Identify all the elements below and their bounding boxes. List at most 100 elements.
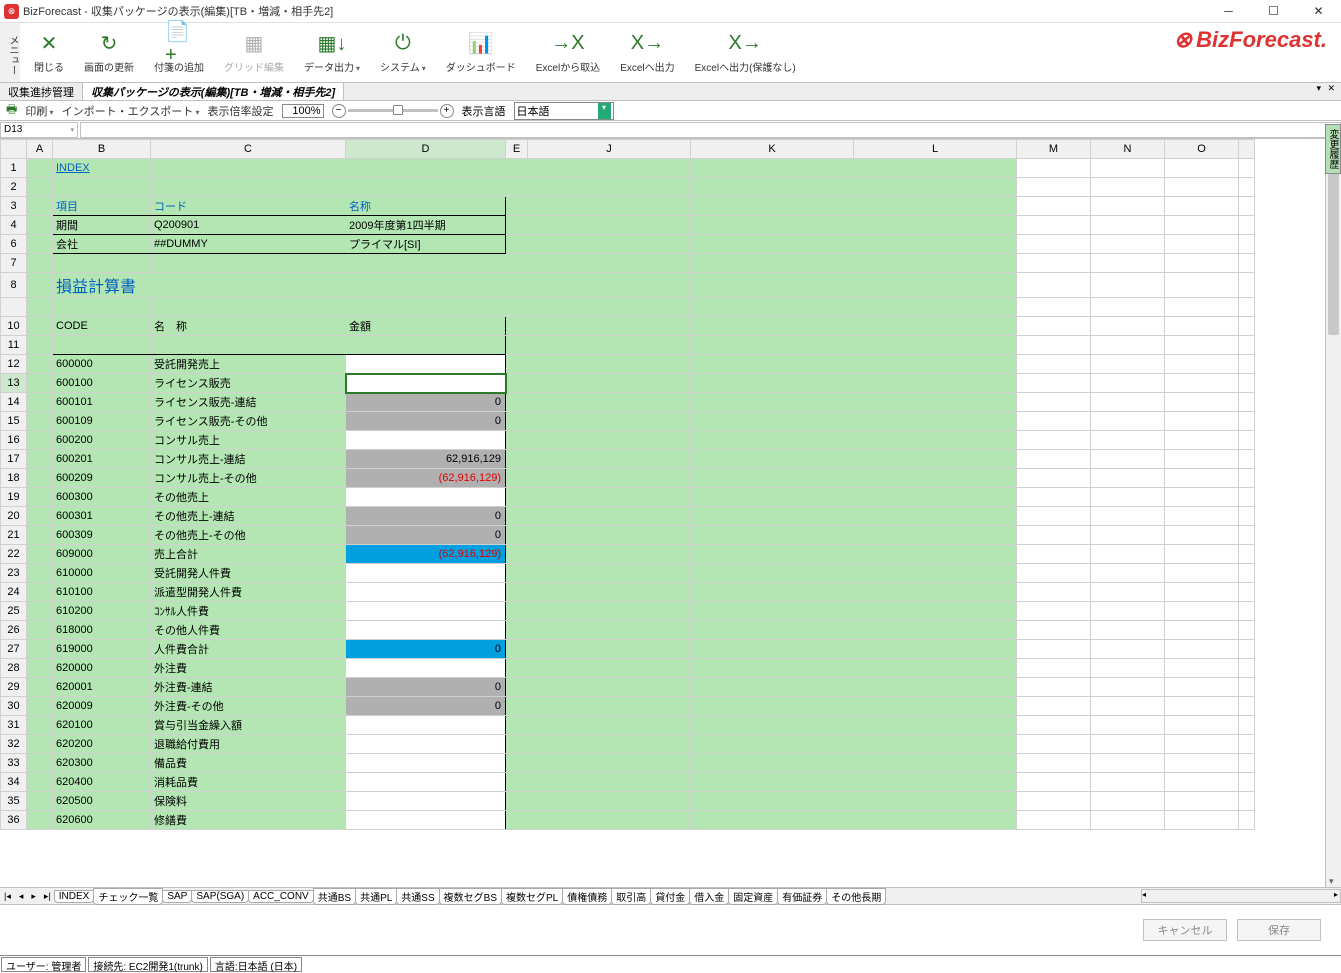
amount-cell[interactable]: 0: [346, 678, 506, 697]
name-cell[interactable]: ライセンス販売-連結: [151, 393, 346, 412]
name-cell[interactable]: その他売上: [151, 488, 346, 507]
amount-cell[interactable]: [346, 488, 506, 507]
sheet-tab[interactable]: 複数セグPL: [501, 888, 563, 905]
row-header[interactable]: 35: [1, 792, 27, 811]
amount-cell[interactable]: [346, 355, 506, 374]
amount-cell[interactable]: 0: [346, 697, 506, 716]
col-header-C[interactable]: C: [151, 140, 346, 159]
col-header-L[interactable]: L: [854, 140, 1017, 159]
row-header[interactable]: 18: [1, 469, 27, 488]
amount-cell[interactable]: 0: [346, 507, 506, 526]
amount-cell[interactable]: 0: [346, 640, 506, 659]
code-cell[interactable]: 620200: [53, 735, 151, 754]
col-header-A[interactable]: A: [27, 140, 53, 159]
sheet-nav-last[interactable]: ▸|: [40, 891, 55, 902]
formula-input[interactable]: [80, 122, 1341, 138]
zoom-slider[interactable]: − +: [332, 104, 454, 118]
name-cell[interactable]: 人件費合計: [151, 640, 346, 659]
ribbon-Excelから取込[interactable]: →XExcelから取込: [526, 27, 610, 79]
name-cell[interactable]: コンサル売上-その他: [151, 469, 346, 488]
code-cell[interactable]: 618000: [53, 621, 151, 640]
amount-cell[interactable]: 62,916,129: [346, 450, 506, 469]
row-header[interactable]: 36: [1, 811, 27, 830]
name-cell[interactable]: 修繕費: [151, 811, 346, 830]
amount-cell[interactable]: [346, 792, 506, 811]
amount-cell[interactable]: [346, 564, 506, 583]
sheet-tab[interactable]: 債権債務: [562, 888, 612, 905]
amount-cell[interactable]: 0: [346, 412, 506, 431]
row-header[interactable]: 23: [1, 564, 27, 583]
zoom-value[interactable]: 100%: [282, 104, 324, 118]
print-icon[interactable]: 🖶: [6, 100, 17, 121]
col-header-J[interactable]: J: [528, 140, 691, 159]
amount-cell[interactable]: [346, 773, 506, 792]
ribbon-Excelへ出力[interactable]: X→Excelへ出力: [610, 27, 684, 79]
row-header[interactable]: 3: [1, 197, 27, 216]
sheet-tab[interactable]: その他長期: [826, 888, 886, 905]
name-cell[interactable]: 派遣型開発人件費: [151, 583, 346, 602]
row-header[interactable]: 28: [1, 659, 27, 678]
ribbon-システム[interactable]: ⏻システム: [370, 27, 436, 79]
ribbon-Excelへ出力(保護なし)[interactable]: X→Excelへ出力(保護なし): [685, 27, 806, 79]
col-header-M[interactable]: M: [1017, 140, 1091, 159]
sheet-tab[interactable]: 固定資産: [728, 888, 778, 905]
row-header[interactable]: 30: [1, 697, 27, 716]
sheet-tab[interactable]: SAP: [162, 890, 192, 903]
name-cell[interactable]: 外注費-連結: [151, 678, 346, 697]
row-header[interactable]: 31: [1, 716, 27, 735]
col-header-N[interactable]: N: [1091, 140, 1165, 159]
amount-cell[interactable]: [346, 659, 506, 678]
row-header[interactable]: 4: [1, 216, 27, 235]
sheet-tab[interactable]: 共通BS: [313, 888, 356, 905]
row-header[interactable]: 6: [1, 235, 27, 254]
amount-cell[interactable]: 0: [346, 393, 506, 412]
zoom-in-icon[interactable]: +: [440, 104, 454, 118]
amount-cell[interactable]: [346, 431, 506, 450]
row-header[interactable]: 1: [1, 159, 27, 178]
code-cell[interactable]: 600300: [53, 488, 151, 507]
row-header[interactable]: 27: [1, 640, 27, 659]
code-cell[interactable]: 600209: [53, 469, 151, 488]
row-header[interactable]: 34: [1, 773, 27, 792]
row-header[interactable]: 32: [1, 735, 27, 754]
sheet-tab[interactable]: INDEX: [54, 890, 95, 903]
ribbon-ダッシュボード[interactable]: 📊ダッシュボード: [436, 27, 526, 79]
row-header[interactable]: 29: [1, 678, 27, 697]
code-cell[interactable]: 600000: [53, 355, 151, 374]
col-header-K[interactable]: K: [691, 140, 854, 159]
col-header-B[interactable]: B: [53, 140, 151, 159]
amount-cell[interactable]: [346, 754, 506, 773]
name-box[interactable]: D13▾: [0, 122, 78, 138]
cancel-button[interactable]: キャンセル: [1143, 919, 1227, 941]
name-cell[interactable]: 退職給付費用: [151, 735, 346, 754]
row-header[interactable]: 25: [1, 602, 27, 621]
name-cell[interactable]: その他売上-その他: [151, 526, 346, 545]
row-header[interactable]: 8: [1, 273, 27, 298]
name-cell[interactable]: その他売上-連結: [151, 507, 346, 526]
row-header[interactable]: 11: [1, 336, 27, 355]
code-cell[interactable]: 619000: [53, 640, 151, 659]
code-cell[interactable]: 600200: [53, 431, 151, 450]
amount-cell[interactable]: [346, 716, 506, 735]
row-header[interactable]: 21: [1, 526, 27, 545]
amount-cell[interactable]: [346, 374, 506, 393]
print-menu[interactable]: 印刷: [25, 103, 53, 119]
sheet-tab[interactable]: SAP(SGA): [191, 890, 249, 903]
spreadsheet-grid[interactable]: ABCDEJKLMNO 1INDEX23項目コード名称4期間Q200901200…: [0, 139, 1255, 830]
language-select[interactable]: 日本語▾: [514, 102, 614, 120]
amount-cell[interactable]: [346, 602, 506, 621]
code-cell[interactable]: 600301: [53, 507, 151, 526]
amount-cell[interactable]: [346, 735, 506, 754]
name-cell[interactable]: ｺﾝｻﾙ人件費: [151, 602, 346, 621]
name-cell[interactable]: ライセンス販売: [151, 374, 346, 393]
save-button[interactable]: 保存: [1237, 919, 1321, 941]
code-cell[interactable]: 600201: [53, 450, 151, 469]
sheet-tab[interactable]: チェック一覧: [93, 888, 163, 905]
col-header-O[interactable]: O: [1165, 140, 1239, 159]
name-cell[interactable]: 保険料: [151, 792, 346, 811]
amount-cell[interactable]: [346, 811, 506, 830]
ribbon-閉じる[interactable]: ✕閉じる: [24, 27, 74, 79]
col-header-corner[interactable]: [1239, 140, 1255, 159]
row-header[interactable]: 2: [1, 178, 27, 197]
name-cell[interactable]: 賞与引当金繰入額: [151, 716, 346, 735]
